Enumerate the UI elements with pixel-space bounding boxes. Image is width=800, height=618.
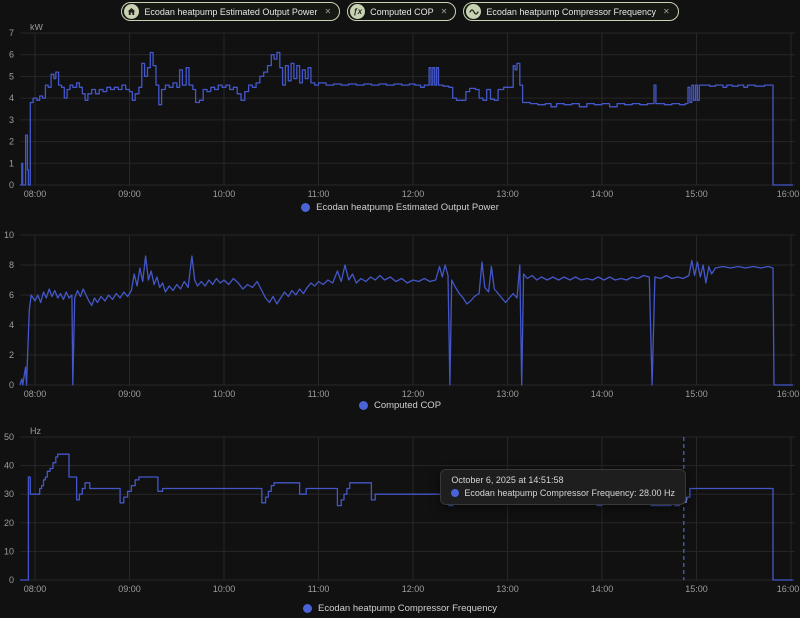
svg-text:8: 8 xyxy=(9,260,14,270)
svg-text:5: 5 xyxy=(9,71,14,81)
svg-text:12:00: 12:00 xyxy=(402,189,425,199)
svg-text:13:00: 13:00 xyxy=(496,584,519,594)
legend-dot xyxy=(358,401,368,410)
home-icon xyxy=(124,4,140,19)
svg-text:40: 40 xyxy=(4,461,14,471)
svg-text:15:00: 15:00 xyxy=(685,584,708,594)
svg-text:16:00: 16:00 xyxy=(777,389,800,398)
power-chart-legend[interactable]: Ecodan heatpump Estimated Output Power xyxy=(0,202,800,213)
legend-label: Ecodan heatpump Compressor Frequency xyxy=(317,603,497,614)
power-chart: 0 1 2 3 4 5 6 7 08:00 09:00 10:00 11:00 12:00 13:00 14… xyxy=(0,24,800,224)
chip-computed-cop[interactable]: ƒx Computed COP ✕ xyxy=(347,2,457,21)
chip-estimated-output-power[interactable]: Ecodan heatpump Estimated Output Power ✕ xyxy=(121,2,341,21)
close-icon[interactable]: ✕ xyxy=(324,7,331,16)
close-icon[interactable]: ✕ xyxy=(663,7,670,16)
svg-text:09:00: 09:00 xyxy=(118,389,141,398)
svg-text:0: 0 xyxy=(9,380,14,390)
chip-label: Computed COP xyxy=(370,6,434,17)
chart-tooltip: October 6, 2025 at 14:51:58 Ecodan heatp… xyxy=(440,469,686,505)
svg-text:09:00: 09:00 xyxy=(118,189,141,199)
sine-wave-icon xyxy=(466,4,482,19)
svg-text:3: 3 xyxy=(9,115,14,125)
function-icon: ƒx xyxy=(350,4,366,19)
svg-text:11:00: 11:00 xyxy=(308,584,330,594)
svg-text:08:00: 08:00 xyxy=(24,584,47,594)
chip-compressor-frequency[interactable]: Ecodan heatpump Compressor Frequency ✕ xyxy=(463,2,679,21)
svg-text:30: 30 xyxy=(4,489,14,499)
tooltip-timestamp: October 6, 2025 at 14:51:58 xyxy=(451,475,564,485)
close-icon[interactable]: ✕ xyxy=(441,7,448,16)
svg-text:6: 6 xyxy=(9,50,14,60)
chip-label: Ecodan heatpump Estimated Output Power xyxy=(144,6,318,17)
svg-text:15:00: 15:00 xyxy=(685,389,708,398)
svg-text:0: 0 xyxy=(9,180,14,190)
svg-text:11:00: 11:00 xyxy=(308,189,330,199)
svg-text:08:00: 08:00 xyxy=(24,389,47,398)
frequency-chart-canvas[interactable]: 0 10 20 30 40 50 08:00 09:00 10:00 11:00 12:00 13:0… xyxy=(0,424,800,594)
svg-text:2: 2 xyxy=(9,350,14,360)
legend-dot xyxy=(302,604,312,613)
frequency-chart-legend[interactable]: Ecodan heatpump Compressor Frequency xyxy=(0,603,800,614)
series-dot xyxy=(451,489,460,497)
legend-label: Ecodan heatpump Estimated Output Power xyxy=(316,202,499,213)
svg-text:14:00: 14:00 xyxy=(591,584,614,594)
svg-text:1: 1 xyxy=(9,158,14,168)
tooltip-series-value: Ecodan heatpump Compressor Frequency: 28… xyxy=(464,488,675,498)
legend-dot xyxy=(301,203,311,212)
svg-text:11:00: 11:00 xyxy=(308,389,330,398)
svg-text:kW: kW xyxy=(30,24,44,32)
frequency-chart: 0 10 20 30 40 50 08:00 09:00 10:00 11:00 12:00 13:0… xyxy=(0,424,800,618)
svg-text:09:00: 09:00 xyxy=(118,584,141,594)
cop-chart-canvas[interactable]: 0 2 4 6 8 10 08:00 09:00 10:00 11:00 12:00 13:00 14:… xyxy=(0,224,800,398)
svg-text:10:00: 10:00 xyxy=(213,584,236,594)
entity-chip-row: Ecodan heatpump Estimated Output Power ✕… xyxy=(0,2,800,21)
svg-text:13:00: 13:00 xyxy=(496,189,519,199)
svg-text:4: 4 xyxy=(9,93,14,103)
svg-text:14:00: 14:00 xyxy=(591,389,614,398)
svg-text:16:00: 16:00 xyxy=(777,189,800,199)
svg-text:08:00: 08:00 xyxy=(24,189,47,199)
svg-text:2: 2 xyxy=(9,137,14,147)
svg-text:6: 6 xyxy=(9,290,14,300)
svg-text:4: 4 xyxy=(9,320,14,330)
svg-text:12:00: 12:00 xyxy=(402,389,425,398)
svg-text:14:00: 14:00 xyxy=(591,189,614,199)
svg-text:13:00: 13:00 xyxy=(496,389,519,398)
cop-chart: 0 2 4 6 8 10 08:00 09:00 10:00 11:00 12:00 13:00 14:… xyxy=(0,224,800,422)
svg-text:16:00: 16:00 xyxy=(777,584,800,594)
legend-label: Computed COP xyxy=(373,400,442,411)
svg-text:10: 10 xyxy=(4,230,14,240)
svg-text:0: 0 xyxy=(9,575,14,585)
svg-text:7: 7 xyxy=(9,28,14,38)
svg-text:20: 20 xyxy=(4,518,14,528)
history-page: { "header": { "chips": [ {"label": "Ecod… xyxy=(0,0,800,618)
svg-text:10: 10 xyxy=(4,546,14,556)
svg-text:10:00: 10:00 xyxy=(213,189,236,199)
svg-text:Hz: Hz xyxy=(30,426,41,436)
cop-chart-legend[interactable]: Computed COP xyxy=(0,400,800,411)
svg-text:50: 50 xyxy=(4,432,14,442)
svg-text:12:00: 12:00 xyxy=(402,584,425,594)
power-chart-canvas[interactable]: 0 1 2 3 4 5 6 7 08:00 09:00 10:00 11:00 12:00 13:00 14… xyxy=(0,24,800,200)
svg-text:10:00: 10:00 xyxy=(213,389,236,398)
chip-label: Ecodan heatpump Compressor Frequency xyxy=(486,6,656,17)
svg-text:15:00: 15:00 xyxy=(685,189,708,199)
